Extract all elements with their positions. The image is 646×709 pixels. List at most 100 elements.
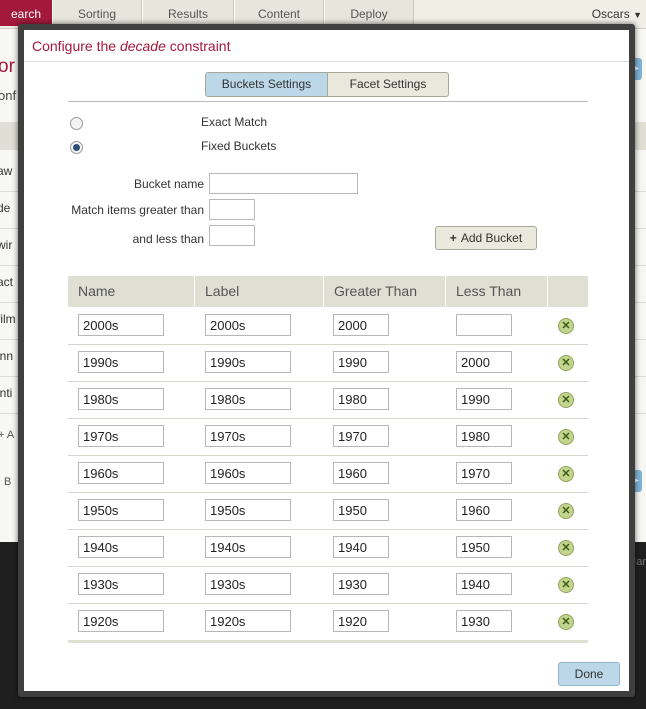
greater-than-cell-input[interactable] (333, 499, 389, 521)
background-row-text: inti (0, 386, 13, 400)
table-row: ✕ (68, 566, 588, 604)
exact-match-label: Exact Match (201, 115, 268, 129)
table-row: ✕ (68, 418, 588, 456)
remove-bucket-icon[interactable]: ✕ (558, 540, 574, 556)
remove-bucket-icon[interactable]: ✕ (558, 614, 574, 630)
less-than-cell-input[interactable] (456, 499, 512, 521)
less-than-cell-input[interactable] (456, 351, 512, 373)
fixed-buckets-label: Fixed Buckets (201, 139, 277, 153)
remove-bucket-icon[interactable]: ✕ (558, 577, 574, 593)
bucket-name-cell-input[interactable] (78, 351, 164, 373)
divider (68, 101, 588, 102)
bucket-name-input[interactable] (209, 173, 358, 194)
bucket-name-label: Bucket name (133, 177, 204, 191)
greater-than-cell-input[interactable] (333, 536, 389, 558)
remove-bucket-icon[interactable]: ✕ (558, 503, 574, 519)
bucket-label-cell-input[interactable] (205, 425, 291, 447)
table-row: ✕ (68, 307, 588, 345)
table-footer (68, 640, 588, 643)
bucket-name-cell-input[interactable] (78, 425, 164, 447)
bucket-name-cell-input[interactable] (78, 536, 164, 558)
bucket-label-cell-input[interactable] (205, 610, 291, 632)
bucket-name-cell-input[interactable] (78, 388, 164, 410)
bucket-name-cell-input[interactable] (78, 610, 164, 632)
table-row: ✕ (68, 603, 588, 641)
background-add-button[interactable]: + A (0, 429, 14, 441)
dialog-title-field: decade (119, 38, 166, 54)
tab-buckets-settings[interactable]: Buckets Settings (205, 72, 328, 97)
background-row-text: wir (0, 238, 13, 252)
remove-bucket-icon[interactable]: ✕ (558, 318, 574, 334)
plus-icon: + (449, 231, 457, 245)
done-button[interactable]: Done (558, 662, 620, 686)
tab-results[interactable]: Results (142, 0, 234, 26)
table-row: ✕ (68, 529, 588, 567)
page-subtitle: onf (0, 88, 17, 103)
bucket-label-cell-input[interactable] (205, 388, 291, 410)
less-than-cell-input[interactable] (456, 610, 512, 632)
remove-bucket-icon[interactable]: ✕ (558, 429, 574, 445)
greater-than-cell-input[interactable] (333, 462, 389, 484)
background-row-text: inn (0, 349, 14, 363)
greater-than-input[interactable] (209, 199, 255, 220)
greater-than-cell-input[interactable] (333, 388, 389, 410)
column-header-less-than: Less Than (446, 276, 548, 307)
remove-bucket-icon[interactable]: ✕ (558, 466, 574, 482)
table-row: ✕ (68, 455, 588, 493)
bucket-name-cell-input[interactable] (78, 499, 164, 521)
constraint-dialog: Configure the decade constraint Buckets … (18, 24, 635, 697)
greater-than-cell-input[interactable] (333, 351, 389, 373)
chevron-down-icon: ▼ (633, 10, 642, 20)
dialog-title-suffix: constraint (165, 38, 231, 54)
less-than-cell-input[interactable] (456, 462, 512, 484)
less-than-cell-input[interactable] (456, 425, 512, 447)
greater-than-cell-input[interactable] (333, 610, 389, 632)
remove-bucket-icon[interactable]: ✕ (558, 355, 574, 371)
background-row-text: film (0, 312, 16, 326)
background-button[interactable]: B (4, 476, 11, 488)
bucket-label-cell-input[interactable] (205, 351, 291, 373)
exact-match-radio[interactable] (70, 117, 83, 130)
dialog-title: Configure the decade constraint (32, 38, 230, 54)
page-title: or (0, 56, 15, 77)
bucket-label-cell-input[interactable] (205, 499, 291, 521)
column-header-greater-than: Greater Than (324, 276, 446, 307)
column-header-label: Label (195, 276, 324, 307)
background-row-text: de (0, 201, 11, 215)
add-bucket-label: Add Bucket (460, 231, 523, 245)
greater-than-cell-input[interactable] (333, 573, 389, 595)
buckets-table-header: Name Label Greater Than Less Than (68, 276, 588, 307)
user-name: Oscars (591, 7, 630, 21)
less-than-cell-input[interactable] (456, 573, 512, 595)
tab-deploy[interactable]: Deploy (324, 0, 414, 26)
table-row: ✕ (68, 344, 588, 382)
background-row-text: aw (0, 164, 13, 178)
fixed-buckets-radio[interactable] (70, 141, 83, 154)
less-than-cell-input[interactable] (456, 388, 512, 410)
greater-than-label: Match items greater than (71, 203, 204, 217)
tab-facet-settings[interactable]: Facet Settings (327, 72, 449, 97)
bucket-label-cell-input[interactable] (205, 573, 291, 595)
bucket-label-cell-input[interactable] (205, 462, 291, 484)
table-row: ✕ (68, 492, 588, 530)
less-than-cell-input[interactable] (456, 314, 512, 336)
less-than-cell-input[interactable] (456, 536, 512, 558)
bucket-label-cell-input[interactable] (205, 536, 291, 558)
bucket-label-cell-input[interactable] (205, 314, 291, 336)
tab-content[interactable]: Content (234, 0, 324, 26)
greater-than-cell-input[interactable] (333, 314, 389, 336)
tab-sorting[interactable]: Sorting (52, 0, 142, 26)
background-row-text: act (0, 275, 14, 289)
tab-search[interactable]: earch (0, 0, 52, 26)
bucket-name-cell-input[interactable] (78, 314, 164, 336)
remove-bucket-icon[interactable]: ✕ (558, 392, 574, 408)
bucket-name-cell-input[interactable] (78, 462, 164, 484)
greater-than-cell-input[interactable] (333, 425, 389, 447)
column-header-name: Name (68, 276, 195, 307)
less-than-input[interactable] (209, 225, 255, 246)
divider (24, 61, 629, 62)
less-than-label: and less than (132, 232, 204, 246)
table-row: ✕ (68, 381, 588, 419)
bucket-name-cell-input[interactable] (78, 573, 164, 595)
add-bucket-button[interactable]: + Add Bucket (435, 226, 537, 250)
